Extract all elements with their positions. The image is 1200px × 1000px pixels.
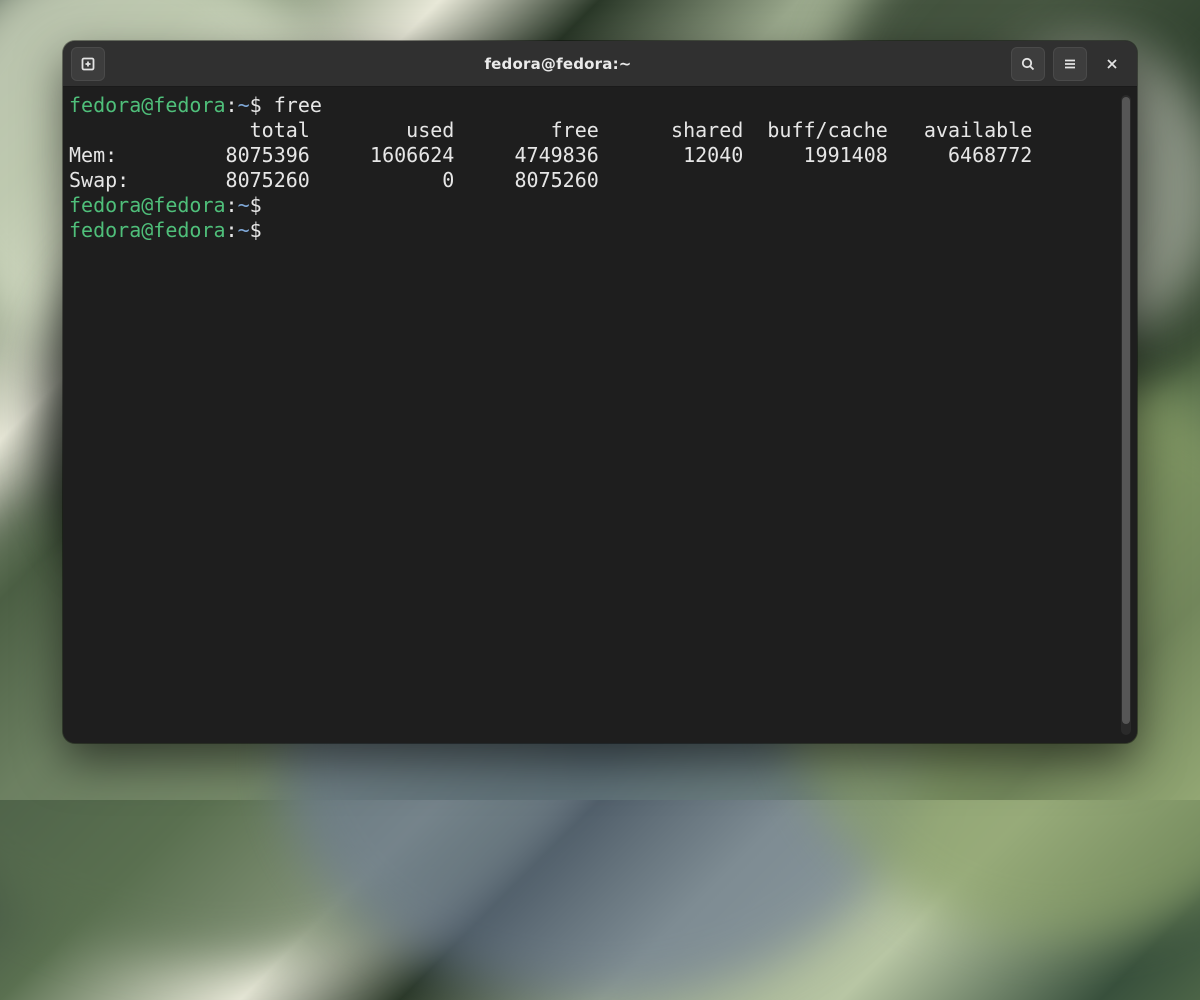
prompt-path: ~ <box>238 193 250 217</box>
search-icon <box>1020 56 1036 72</box>
terminal-viewport[interactable]: fedora@fedora:~$ free total used free sh… <box>67 93 1121 737</box>
free-mem-row: Mem: 8075396 1606624 4749836 12040 19914… <box>69 143 1032 167</box>
titlebar: fedora@fedora:~ <box>63 41 1137 87</box>
prompt-sep: : <box>226 218 238 242</box>
terminal-output: fedora@fedora:~$ free total used free sh… <box>69 93 1119 243</box>
prompt-sep: : <box>226 193 238 217</box>
prompt-sep: : <box>226 93 238 117</box>
prompt-path: ~ <box>238 218 250 242</box>
search-button[interactable] <box>1011 47 1045 81</box>
prompt-dollar: $ <box>250 218 274 242</box>
prompt-userhost: fedora@fedora <box>69 93 226 117</box>
prompt-userhost: fedora@fedora <box>69 193 226 217</box>
free-header: total used free shared buff/cache availa… <box>69 118 1032 142</box>
prompt-dollar: $ <box>250 93 274 117</box>
window-title: fedora@fedora:~ <box>113 55 1003 73</box>
terminal-window: fedora@fedora:~ <box>63 41 1137 743</box>
prompt-path: ~ <box>238 93 250 117</box>
close-button[interactable] <box>1095 47 1129 81</box>
prompt-dollar: $ <box>250 193 274 217</box>
entered-command: free <box>274 93 322 117</box>
new-tab-icon <box>80 56 96 72</box>
close-icon <box>1105 57 1119 71</box>
menu-button[interactable] <box>1053 47 1087 81</box>
free-swap-row: Swap: 8075260 0 8075260 <box>69 168 599 192</box>
scrollbar[interactable] <box>1121 95 1131 735</box>
terminal-body[interactable]: fedora@fedora:~$ free total used free sh… <box>63 87 1137 743</box>
prompt-userhost: fedora@fedora <box>69 218 226 242</box>
scrollbar-thumb[interactable] <box>1122 97 1130 724</box>
hamburger-menu-icon <box>1062 56 1078 72</box>
new-tab-button[interactable] <box>71 47 105 81</box>
